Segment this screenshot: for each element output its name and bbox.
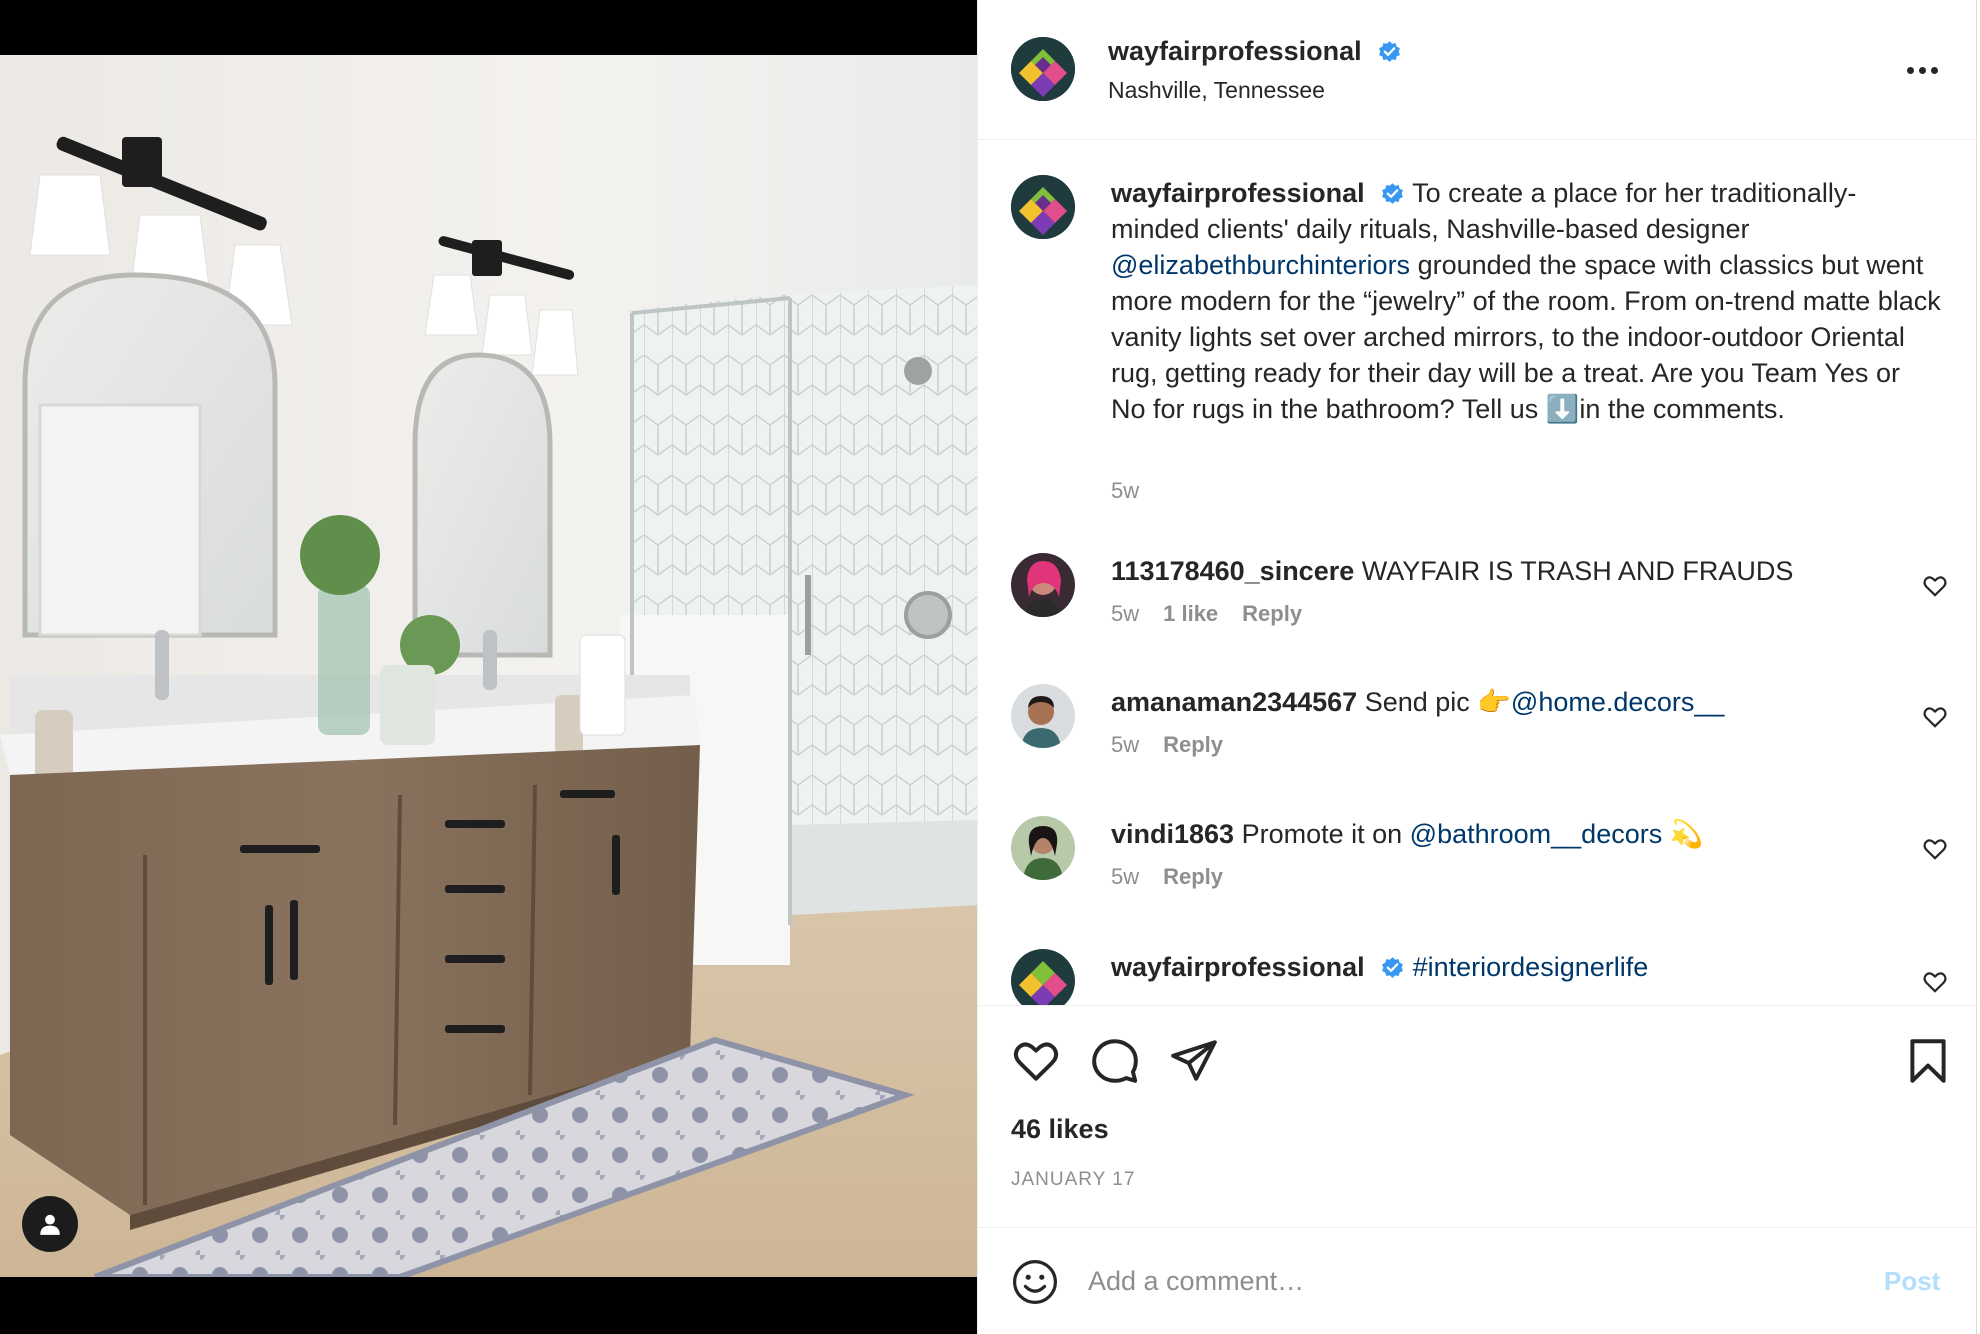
comment-meta: 5w Reply bbox=[1111, 864, 1223, 890]
post-image[interactable] bbox=[0, 55, 977, 1277]
comment-meta: 5w Reply bbox=[1111, 732, 1223, 758]
comment-item: 113178460_sincere WAYFAIR IS TRASH AND F… bbox=[978, 553, 1978, 683]
heart-icon[interactable] bbox=[1922, 573, 1948, 599]
post-comment-button[interactable]: Post bbox=[1884, 1266, 1940, 1297]
post-header: wayfairprofessional Nashville, Tennessee bbox=[978, 0, 1978, 140]
user-tag-icon bbox=[40, 1214, 60, 1235]
wayfair-logo-icon bbox=[1011, 37, 1075, 101]
comment-input[interactable] bbox=[1088, 1256, 1848, 1306]
comment-icon[interactable] bbox=[1090, 1036, 1140, 1086]
tagged-users-button[interactable] bbox=[22, 1196, 78, 1252]
reply-button[interactable]: Reply bbox=[1163, 732, 1223, 758]
comments-list[interactable]: wayfairprofessional To create a place fo… bbox=[978, 141, 1978, 1005]
post-sidebar: wayfairprofessional Nashville, Tennessee bbox=[977, 0, 1980, 1334]
post-media[interactable] bbox=[0, 0, 977, 1334]
comment-hashtag-link[interactable]: #interiordesignerlife bbox=[1413, 952, 1649, 982]
heart-icon[interactable] bbox=[1922, 836, 1948, 862]
comment-body: Promote it on bbox=[1241, 819, 1410, 849]
comment-username[interactable]: wayfairprofessional bbox=[1111, 952, 1365, 982]
avatar[interactable] bbox=[1011, 949, 1075, 1005]
reply-button[interactable]: Reply bbox=[1163, 864, 1223, 890]
avatar[interactable] bbox=[1011, 684, 1075, 748]
comment-item: amanaman2344567 Send pic 👉@home.decors__… bbox=[978, 684, 1978, 814]
avatar[interactable] bbox=[1011, 37, 1075, 101]
user-avatar-icon bbox=[1011, 684, 1075, 748]
share-icon[interactable] bbox=[1169, 1036, 1219, 1086]
heart-icon[interactable] bbox=[1922, 704, 1948, 730]
post-location[interactable]: Nashville, Tennessee bbox=[1108, 77, 1325, 104]
post-actions: 46 likes JANUARY 17 bbox=[978, 1005, 1978, 1227]
comment-meta: 5w 1 like Reply bbox=[1111, 601, 1302, 627]
emoji-icon[interactable] bbox=[1011, 1258, 1059, 1306]
more-options-icon[interactable] bbox=[1898, 52, 1946, 88]
comment-item: wayfairprofessional #interiordesignerlif… bbox=[978, 949, 1978, 1005]
comment-username[interactable]: vindi1863 bbox=[1111, 819, 1234, 849]
header-username[interactable]: wayfairprofessional bbox=[1108, 36, 1402, 67]
caption-timestamp[interactable]: 5w bbox=[1111, 478, 1139, 504]
verified-badge-icon bbox=[1382, 957, 1404, 978]
heart-icon[interactable] bbox=[1922, 969, 1948, 995]
comment-text: vindi1863 Promote it on @bathroom__decor… bbox=[1111, 816, 1891, 852]
comment-likes-count[interactable]: 1 like bbox=[1163, 601, 1218, 627]
comment-emoji: 💫 bbox=[1662, 819, 1704, 849]
comment-body: Send pic 👉 bbox=[1364, 687, 1511, 717]
avatar[interactable] bbox=[1011, 553, 1075, 617]
comment-username[interactable]: amanaman2344567 bbox=[1111, 687, 1357, 717]
dot bbox=[1930, 66, 1938, 74]
verified-badge-icon bbox=[1382, 183, 1404, 204]
dot bbox=[1918, 66, 1926, 74]
comment-body: WAYFAIR IS TRASH AND FRAUDS bbox=[1361, 556, 1794, 586]
comment-timestamp[interactable]: 5w bbox=[1111, 732, 1139, 758]
comment-mention-link[interactable]: @bathroom__decors bbox=[1410, 819, 1663, 849]
comment-mention-link[interactable]: @home.decors__ bbox=[1511, 687, 1725, 717]
comment-timestamp[interactable]: 5w bbox=[1111, 864, 1139, 890]
bookmark-icon[interactable] bbox=[1903, 1036, 1953, 1086]
heart-icon[interactable] bbox=[1011, 1036, 1061, 1086]
comment-text: amanaman2344567 Send pic 👉@home.decors__ bbox=[1111, 684, 1891, 720]
comment-text: 113178460_sincere WAYFAIR IS TRASH AND F… bbox=[1111, 553, 1891, 589]
comment-text: wayfairprofessional #interiordesignerlif… bbox=[1111, 949, 1891, 985]
caption-username[interactable]: wayfairprofessional bbox=[1111, 178, 1365, 208]
comment-timestamp[interactable]: 5w bbox=[1111, 601, 1139, 627]
post-caption: wayfairprofessional To create a place fo… bbox=[1111, 175, 1941, 427]
post-date[interactable]: JANUARY 17 bbox=[1011, 1169, 1135, 1191]
add-comment-bar: Post bbox=[978, 1227, 1978, 1334]
user-avatar-icon bbox=[1011, 816, 1075, 880]
comment-username[interactable]: 113178460_sincere bbox=[1111, 556, 1354, 586]
user-avatar-icon bbox=[1011, 553, 1075, 617]
caption-avatar[interactable] bbox=[1011, 175, 1075, 239]
avatar[interactable] bbox=[1011, 816, 1075, 880]
wayfair-logo-icon bbox=[1011, 175, 1075, 239]
header-username-text[interactable]: wayfairprofessional bbox=[1108, 36, 1362, 66]
dot bbox=[1906, 66, 1914, 74]
caption-mention-link[interactable]: @elizabethburchinteriors bbox=[1111, 250, 1410, 280]
wayfair-logo-icon bbox=[1011, 949, 1075, 1005]
comment-item: vindi1863 Promote it on @bathroom__decor… bbox=[978, 816, 1978, 946]
verified-badge-icon bbox=[1379, 41, 1401, 62]
likes-count[interactable]: 46 likes bbox=[1011, 1114, 1109, 1145]
reply-button[interactable]: Reply bbox=[1242, 601, 1302, 627]
